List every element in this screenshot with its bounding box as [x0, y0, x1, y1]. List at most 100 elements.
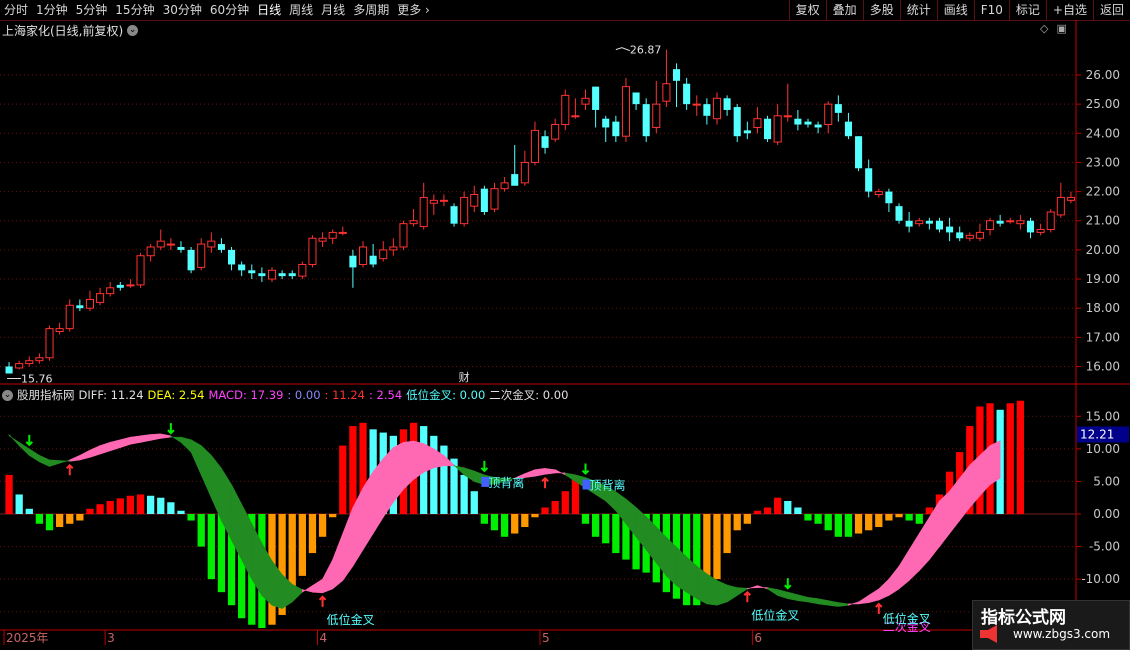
candle-body — [753, 118, 762, 128]
macd-bar — [96, 504, 104, 514]
macd-bar — [86, 508, 94, 514]
candle-body — [460, 196, 469, 225]
macd-bar — [794, 507, 802, 514]
candle-body — [55, 328, 64, 333]
candle-body — [1016, 220, 1025, 225]
candle-body — [318, 237, 327, 242]
macd-bar — [541, 507, 549, 514]
candle-body — [5, 366, 13, 374]
candle-body — [126, 284, 135, 287]
signal-label: 低位金叉 — [751, 607, 799, 622]
diff-dea-ribbon — [342, 507, 354, 582]
macd-bar — [5, 474, 13, 514]
diff-dea-ribbon — [939, 490, 950, 548]
macd-bar — [521, 514, 529, 528]
gold-cross-arrow — [318, 595, 327, 607]
macd-bar — [895, 514, 903, 518]
candle-body — [338, 231, 347, 234]
candle-body — [764, 118, 772, 140]
macd-bar — [45, 514, 54, 531]
candle-body — [116, 284, 124, 288]
candle-body — [369, 255, 377, 265]
diff-dea-ribbon — [918, 516, 930, 572]
macd-bar — [571, 478, 580, 514]
candle-body — [985, 220, 995, 230]
candle-body — [965, 234, 974, 239]
candle-body — [612, 121, 620, 137]
candle-body — [187, 249, 195, 271]
macd-bar — [35, 514, 44, 524]
candle-body — [672, 69, 681, 81]
macd-bar — [743, 514, 751, 524]
diff-dea-ribbon — [413, 440, 424, 481]
candle-body — [804, 121, 812, 125]
candle-body — [642, 104, 650, 137]
macd-bar — [318, 514, 327, 537]
diff-dea-ribbon — [838, 602, 849, 607]
macd-bar — [531, 514, 539, 518]
candle-body — [409, 220, 418, 225]
diff-dea-ribbon — [322, 559, 333, 594]
diff-dea-ribbon — [524, 469, 536, 478]
macd-bar — [329, 514, 337, 518]
candle-body — [379, 249, 388, 260]
death-cross-arrow — [480, 460, 489, 473]
macd-bar — [197, 514, 205, 547]
candle-body — [267, 269, 277, 280]
diff-dea-ribbon — [848, 601, 859, 606]
diff-dea-ribbon — [120, 436, 131, 448]
diff-dea-ribbon — [858, 594, 869, 605]
candle-body — [541, 136, 549, 148]
current-value-label: 12.21 — [1080, 427, 1114, 441]
candle-body — [1056, 196, 1065, 216]
macd-bar — [136, 494, 145, 514]
candle-body — [743, 130, 751, 134]
price-tick-label: 20.00 — [1086, 243, 1120, 257]
macd-bar — [147, 495, 155, 514]
gold-cross-arrow — [66, 463, 74, 476]
candle-body — [520, 161, 529, 184]
macd-bar — [602, 514, 610, 544]
macd-bar — [480, 514, 489, 524]
high-marker — [615, 47, 631, 52]
gold-cross-arrow — [743, 590, 752, 603]
candle-body — [915, 220, 924, 225]
diff-dea-ribbon — [8, 433, 20, 447]
diff-dea-ribbon — [160, 433, 172, 439]
candle-body — [956, 232, 964, 239]
price-tick-label: 22.00 — [1086, 185, 1120, 199]
price-tick-label: 19.00 — [1086, 272, 1120, 286]
candle-body — [45, 328, 54, 359]
diff-dea-ribbon — [807, 597, 819, 605]
chart-canvas[interactable]: 16.00 17.00 18.00 19.00 20.00 21.00 22.00 23.00… — [0, 0, 1130, 650]
diff-dea-ribbon — [170, 435, 182, 443]
diff-dea-ribbon — [898, 548, 910, 590]
macd-bar — [875, 514, 883, 528]
macd-bar — [177, 510, 185, 514]
diff-dea-ribbon — [39, 454, 50, 467]
macd-bar — [207, 514, 215, 580]
diff-dea-ribbon — [767, 587, 778, 596]
macd-bar — [460, 474, 468, 514]
candle-body — [1006, 220, 1015, 223]
diff-dea-ribbon — [372, 457, 384, 535]
candle-body — [530, 129, 539, 163]
macd-bar — [854, 514, 863, 534]
candle-body — [450, 206, 458, 224]
macd-bar — [581, 514, 590, 524]
candle-body — [834, 104, 842, 113]
candle-body — [592, 86, 600, 110]
macd-bar — [490, 514, 499, 531]
macd-bar — [915, 514, 923, 524]
candle-body — [1046, 211, 1055, 230]
diff-dea-ribbon — [554, 469, 566, 476]
candle-body — [561, 94, 570, 126]
x-axis-label: 2025年 — [6, 631, 49, 645]
macd-bar — [733, 514, 741, 531]
candle-body — [946, 226, 954, 233]
macd-bar — [1006, 403, 1014, 514]
x-axis-label: 6 — [754, 631, 762, 645]
candle-body — [480, 188, 488, 212]
macd-bar — [1016, 400, 1025, 514]
candle-body — [996, 220, 1004, 224]
